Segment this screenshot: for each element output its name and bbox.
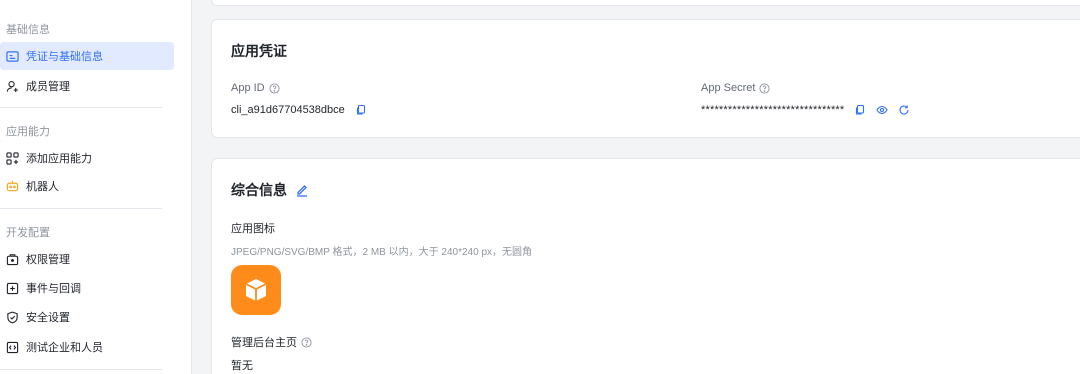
sidebar-item-label: 测试企业和人员 (26, 342, 103, 354)
sidebar-item-credentials[interactable]: 凭证与基础信息 (0, 42, 174, 70)
refresh-icon[interactable] (898, 104, 910, 116)
info-title: 综合信息 (231, 182, 287, 198)
sidebar-divider (0, 107, 162, 108)
app-secret-value: ******************************** (701, 104, 845, 116)
sidebar-divider (0, 208, 162, 209)
sidebar-item-label: 凭证与基础信息 (26, 51, 103, 63)
app-id-label: App ID (231, 82, 265, 94)
sidebar-item-permissions[interactable]: 权限管理 (0, 245, 174, 273)
sidebar-item-label: 添加应用能力 (26, 153, 92, 165)
sidebar: 基础信息 凭证与基础信息 成员管理 应用能力 添加应用能力 机器人 开发配置 权… (0, 0, 192, 374)
sidebar-divider (0, 369, 162, 370)
sidebar-item-label: 事件与回调 (26, 283, 81, 295)
app-icon[interactable] (231, 265, 281, 315)
edit-icon[interactable] (295, 183, 309, 197)
copy-icon[interactable] (854, 104, 866, 116)
group-title-basic: 基础信息 (6, 24, 50, 36)
app-id-row: cli_a91d67704538dbce (231, 104, 367, 116)
apps-add-icon (6, 151, 19, 165)
sidebar-item-security[interactable]: 安全设置 (0, 303, 174, 331)
help-icon[interactable] (301, 336, 312, 348)
sidebar-item-label: 权限管理 (26, 254, 70, 266)
sidebar-item-test-enterprise[interactable]: 测试企业和人员 (0, 333, 174, 361)
credentials-card: 应用凭证 App ID cli_a91d67704538dbce App Sec… (211, 19, 1080, 138)
app-secret-label-row: App Secret (701, 82, 770, 94)
admin-label: 管理后台主页 (231, 337, 297, 349)
lock-box-icon (6, 253, 19, 266)
admin-value: 暂无 (231, 360, 253, 372)
eye-icon[interactable] (876, 104, 889, 116)
sidebar-item-members[interactable]: 成员管理 (0, 72, 174, 100)
icon-hint: JPEG/PNG/SVG/BMP 格式，2 MB 以内，大于 240*240 p… (231, 247, 533, 258)
sidebar-item-events[interactable]: 事件与回调 (0, 274, 174, 302)
admin-label-row: 管理后台主页 (231, 334, 312, 350)
info-card: 综合信息 应用图标 JPEG/PNG/SVG/BMP 格式，2 MB 以内，大于… (211, 158, 1080, 374)
app-secret-label: App Secret (701, 82, 756, 94)
app-id-value: cli_a91d67704538dbce (231, 104, 345, 116)
id-card-icon (6, 50, 19, 63)
group-title-abilities: 应用能力 (6, 126, 50, 138)
code-box-icon (6, 341, 19, 354)
event-plus-icon (6, 282, 19, 295)
group-title-dev-config: 开发配置 (6, 227, 50, 239)
robot-icon (6, 180, 19, 193)
info-title-row: 综合信息 (231, 180, 309, 200)
shield-check-icon (6, 311, 19, 324)
sidebar-item-label: 成员管理 (26, 81, 70, 93)
card-fragment (211, 0, 1080, 6)
sidebar-item-add-ability[interactable]: 添加应用能力 (0, 144, 174, 172)
copy-icon[interactable] (355, 104, 367, 116)
sidebar-item-label: 安全设置 (26, 312, 70, 324)
app-id-label-row: App ID (231, 82, 280, 94)
help-icon[interactable] (269, 82, 280, 94)
app-secret-row: ******************************** (701, 104, 910, 116)
credentials-title: 应用凭证 (231, 43, 287, 59)
icon-label: 应用图标 (231, 223, 275, 235)
sidebar-item-label: 机器人 (26, 181, 59, 193)
user-add-icon (6, 80, 19, 93)
help-icon[interactable] (759, 82, 770, 94)
box-icon (245, 279, 267, 301)
sidebar-item-robot[interactable]: 机器人 (0, 172, 174, 200)
